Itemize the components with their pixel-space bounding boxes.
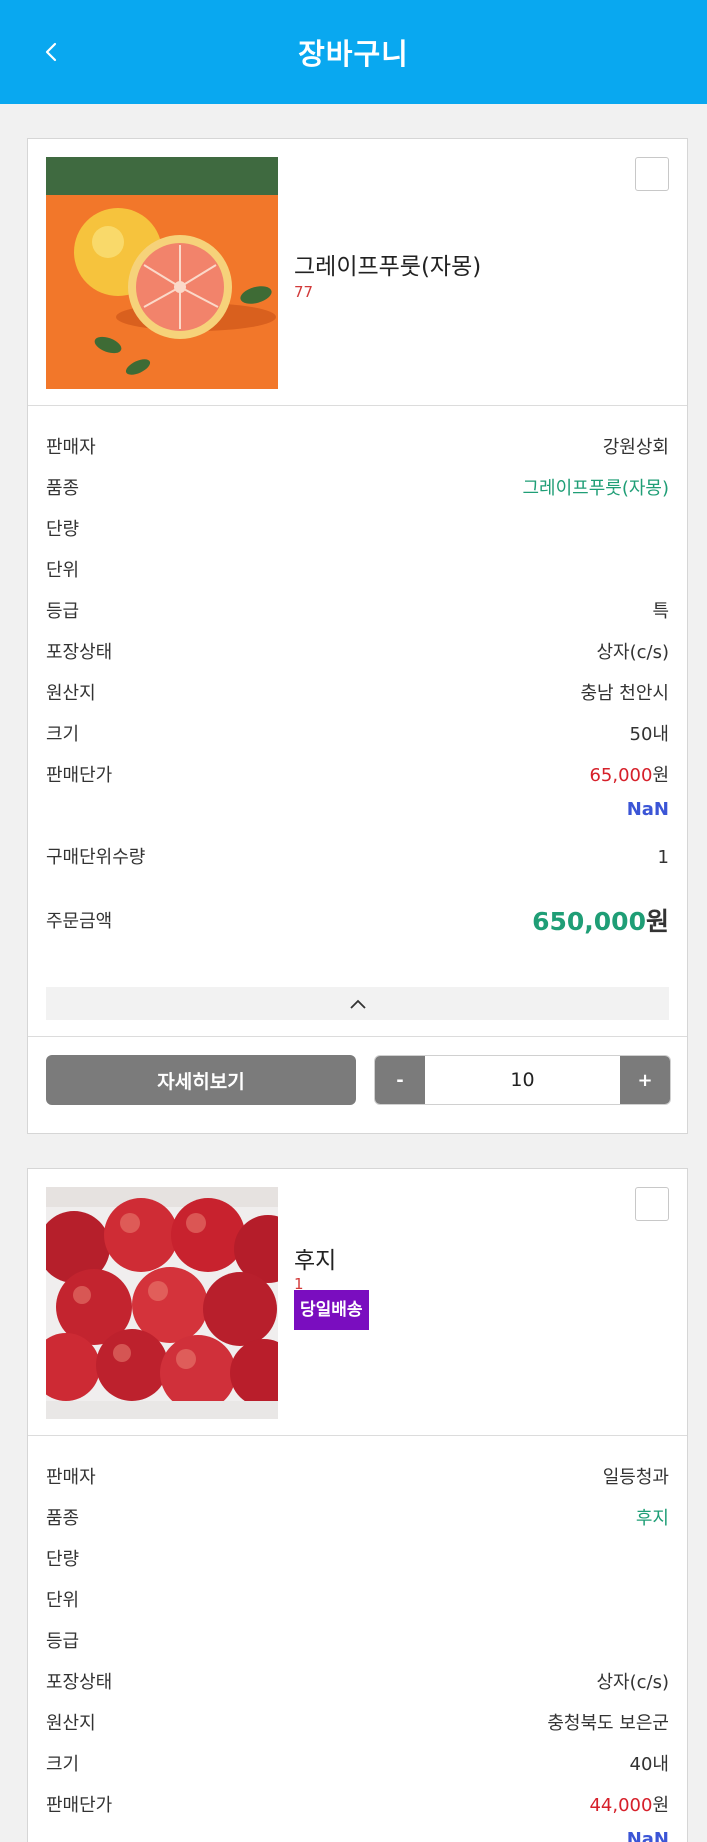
purchase-qty-label: 구매단위수량 — [46, 847, 146, 868]
quantity-stepper: - 10 + — [374, 1055, 671, 1105]
detail-row-order-amount: 주문금액 650,000원 — [46, 887, 669, 957]
size-value: 40내 — [629, 1754, 669, 1775]
size-label: 크기 — [46, 1754, 80, 1775]
origin-value: 충남 천안시 — [580, 683, 669, 704]
currency-unit: 원 — [652, 1795, 669, 1816]
detail-row-unit-price: 판매단가 44,000원 NaN — [46, 1786, 669, 1842]
unit-label: 단위 — [46, 560, 80, 581]
view-details-button[interactable]: 자세히보기 — [46, 1055, 356, 1105]
detail-row-purchase-qty: 구매단위수량 1 — [46, 838, 669, 879]
unit-price-label: 판매단가 — [46, 1795, 113, 1816]
detail-row-grade: 등급 — [46, 1622, 669, 1663]
chevron-left-icon — [45, 42, 57, 62]
decrease-quantity-button[interactable]: - — [375, 1056, 425, 1104]
detail-row-origin: 원산지 충남 천안시 — [46, 674, 669, 715]
cart-item-card: 후지 1 당일배송 판매자 일등청과 품종 후지 단량 단위 등급 포장상태 상… — [27, 1168, 688, 1842]
order-amount-currency: 원 — [645, 907, 669, 936]
cart-item-card: 그레이프푸룻(자몽) 77 판매자 강원상회 품종 그레이프푸룻(자몽) 단량 … — [27, 138, 688, 1134]
detail-row-weight: 단량 — [46, 510, 669, 551]
seller-value: 강원상회 — [602, 437, 669, 458]
packaging-label: 포장상태 — [46, 1672, 113, 1693]
variety-value: 후지 — [635, 1508, 669, 1529]
cart-item-summary: 그레이프푸룻(자몽) 77 — [28, 139, 687, 406]
weight-label: 단량 — [46, 1549, 80, 1570]
purchase-qty-value: 1 — [657, 847, 669, 868]
origin-label: 원산지 — [46, 1713, 96, 1734]
seller-label: 판매자 — [46, 437, 96, 458]
unit-price-sub: NaN — [626, 1829, 669, 1842]
detail-row-unit: 단위 — [46, 1581, 669, 1622]
item-select-checkbox[interactable] — [635, 157, 669, 191]
variety-value: 그레이프푸룻(자몽) — [522, 478, 669, 499]
packaging-label: 포장상태 — [46, 642, 113, 663]
weight-label: 단량 — [46, 519, 80, 540]
size-label: 크기 — [46, 724, 80, 745]
seller-value: 일등청과 — [602, 1467, 669, 1488]
packaging-value: 상자(c/s) — [596, 1672, 669, 1693]
detail-row-variety: 품종 후지 — [46, 1499, 669, 1540]
detail-row-packaging: 포장상태 상자(c/s) — [46, 1663, 669, 1704]
product-name: 후지 — [294, 1248, 337, 1274]
product-name: 그레이프푸룻(자몽) — [294, 254, 482, 280]
collapse-details-toggle[interactable] — [46, 987, 669, 1020]
product-image-grapefruit — [46, 157, 278, 389]
product-image-apple — [46, 1187, 278, 1419]
page-title: 장바구니 — [298, 37, 409, 71]
grade-label: 등급 — [46, 1631, 80, 1652]
currency-unit: 원 — [652, 765, 669, 786]
item-select-checkbox[interactable] — [635, 1187, 669, 1221]
increase-quantity-button[interactable]: + — [620, 1056, 670, 1104]
item-actions: 자세히보기 - 10 + — [28, 1036, 687, 1122]
unit-label: 단위 — [46, 1590, 80, 1611]
detail-row-unit: 단위 — [46, 551, 669, 592]
detail-row-weight: 단량 — [46, 1540, 669, 1581]
order-amount-value: 650,000원 — [532, 909, 669, 935]
detail-row-grade: 등급 특 — [46, 592, 669, 633]
size-value: 50내 — [629, 724, 669, 745]
detail-row-variety: 품종 그레이프푸룻(자몽) — [46, 469, 669, 510]
detail-row-size: 크기 50내 — [46, 715, 669, 756]
variety-label: 품종 — [46, 478, 80, 499]
unit-price-value: 44,000원 NaN — [589, 1793, 669, 1842]
unit-price-amount: 44,000 — [589, 1795, 653, 1816]
origin-label: 원산지 — [46, 683, 96, 704]
grade-label: 등급 — [46, 601, 80, 622]
back-button[interactable] — [30, 30, 74, 74]
seller-label: 판매자 — [46, 1467, 96, 1488]
app-header: 장바구니 — [0, 0, 707, 104]
detail-row-unit-price: 판매단가 65,000원 NaN — [46, 756, 669, 838]
order-amount-label: 주문금액 — [46, 911, 113, 932]
product-stock-count: 77 — [294, 283, 314, 301]
origin-value: 충청북도 보은군 — [547, 1713, 669, 1734]
item-details: 판매자 강원상회 품종 그레이프푸룻(자몽) 단량 단위 등급 특 포장상태 상… — [28, 406, 687, 957]
chevron-up-icon — [349, 999, 366, 1009]
detail-row-packaging: 포장상태 상자(c/s) — [46, 633, 669, 674]
same-day-delivery-badge: 당일배송 — [294, 1290, 369, 1330]
detail-row-seller: 판매자 일등청과 — [46, 1458, 669, 1499]
item-details: 판매자 일등청과 품종 후지 단량 단위 등급 포장상태 상자(c/s) 원산지… — [28, 1436, 687, 1842]
unit-price-amount: 65,000 — [589, 765, 653, 786]
order-amount-number: 650,000 — [532, 907, 646, 936]
unit-price-label: 판매단가 — [46, 765, 113, 786]
cart-item-summary: 후지 1 당일배송 — [28, 1169, 687, 1436]
packaging-value: 상자(c/s) — [596, 642, 669, 663]
variety-label: 품종 — [46, 1508, 80, 1529]
detail-row-origin: 원산지 충청북도 보은군 — [46, 1704, 669, 1745]
unit-price-value: 65,000원 NaN — [589, 763, 669, 823]
grade-value: 특 — [652, 601, 669, 622]
detail-row-size: 크기 40내 — [46, 1745, 669, 1786]
unit-price-sub: NaN — [626, 799, 669, 820]
quantity-input[interactable]: 10 — [425, 1056, 620, 1104]
detail-row-seller: 판매자 강원상회 — [46, 428, 669, 469]
